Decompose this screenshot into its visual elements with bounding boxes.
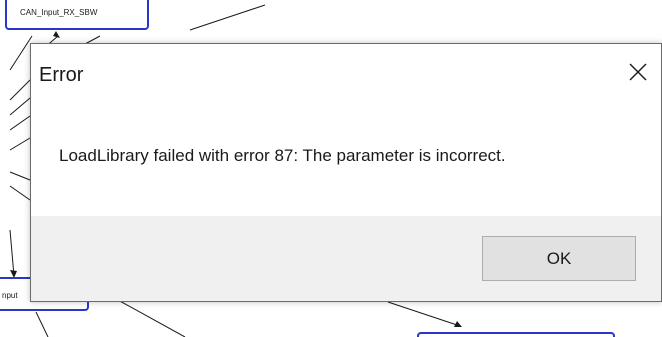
graph-edge [9, 79, 31, 101]
ok-button[interactable]: OK [482, 236, 636, 281]
node-label: CAN_Input_RX_SBW [20, 8, 98, 17]
close-icon [629, 63, 647, 81]
graph-edge [9, 229, 15, 277]
graph-edge [9, 35, 33, 71]
graph-edge [189, 4, 266, 31]
dialog-content: LoadLibrary failed with error 87: The pa… [31, 104, 661, 216]
graph-edge [35, 311, 49, 337]
error-message: LoadLibrary failed with error 87: The pa… [59, 146, 506, 165]
graph-node-bottom[interactable] [417, 332, 615, 337]
graph-edge [9, 171, 31, 181]
error-dialog: Error LoadLibrary failed with error 87: … [30, 43, 662, 302]
node-label: nput [2, 291, 18, 300]
graph-edge [117, 299, 186, 337]
graph-edge [9, 115, 31, 131]
arrowhead-icon [10, 270, 17, 278]
dialog-footer: OK [31, 216, 661, 301]
graph-edge [9, 97, 31, 116]
dialog-titlebar[interactable]: Error [31, 44, 661, 104]
arrowhead-icon [53, 31, 60, 38]
graph-node-top[interactable]: CAN_Input_RX_SBW [5, 0, 149, 30]
graph-edge [387, 301, 461, 327]
close-button[interactable] [615, 52, 661, 92]
dialog-title: Error [39, 64, 84, 86]
graph-edge [9, 137, 31, 151]
graph-edge [9, 185, 31, 201]
